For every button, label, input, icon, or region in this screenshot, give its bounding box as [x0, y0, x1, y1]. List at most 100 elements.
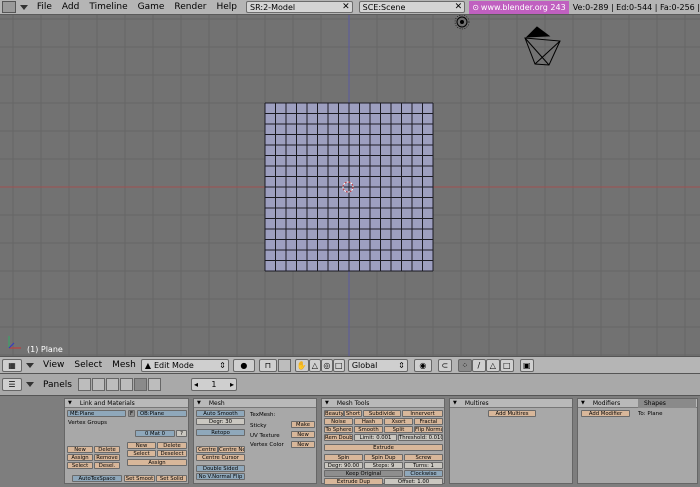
limit-field[interactable]: Limit: 0.001	[354, 434, 397, 441]
vertex-color-new-button[interactable]: New	[291, 441, 315, 448]
mode-selector[interactable]: ▲ Edit Mode ⇕	[140, 358, 229, 372]
edge-select-icon[interactable]: /	[471, 358, 486, 372]
collapse-header-icon[interactable]	[26, 362, 34, 368]
vgroup-remove-button[interactable]: Remove	[94, 454, 120, 461]
menu-render[interactable]: Render	[174, 2, 206, 12]
keep-original-toggle[interactable]: Keep Original	[324, 470, 403, 477]
fractal-button[interactable]: Fractal	[414, 418, 443, 425]
object-context-icon[interactable]	[119, 378, 133, 391]
panels-menu[interactable]: Panels	[43, 380, 72, 390]
camera-icon[interactable]	[524, 26, 561, 66]
vgroup-deselect-button[interactable]: Desel.	[94, 462, 120, 469]
material-assign-button[interactable]: Assign	[127, 459, 187, 466]
sticky-make-button[interactable]: Make	[291, 421, 315, 428]
vgroup-new-button[interactable]: New	[67, 446, 93, 453]
no-vnormal-flip-toggle[interactable]: No V.Normal Flip	[196, 473, 245, 480]
auto-smooth-toggle[interactable]: Auto Smooth	[196, 410, 245, 417]
short-toggle[interactable]: Short	[344, 410, 362, 417]
spin-button[interactable]: Spin	[324, 454, 363, 461]
set-solid-button[interactable]: Set Solid	[156, 475, 187, 482]
uv-texture-new-button[interactable]: New	[291, 431, 315, 438]
material-new-button[interactable]: New	[127, 442, 156, 449]
add-multires-button[interactable]: Add Multires	[488, 410, 536, 417]
pivot-point-icon[interactable]: ⊓	[258, 358, 277, 372]
frame-prev-icon[interactable]: ◂	[194, 380, 198, 389]
split-button[interactable]: Split	[384, 426, 413, 433]
material-delete-button[interactable]: Delete	[157, 442, 187, 449]
innervert-button[interactable]: Innervert	[402, 410, 443, 417]
screw-button[interactable]: Screw	[404, 454, 443, 461]
menu-mesh[interactable]: Mesh	[112, 360, 136, 370]
flip-normal-button[interactable]: Flip Normal	[414, 426, 443, 433]
clockwise-toggle[interactable]: Clockwise	[404, 470, 443, 477]
collapse-menu-icon[interactable]	[19, 4, 28, 10]
mesh-panel-title[interactable]: Mesh	[194, 399, 316, 408]
offset-field[interactable]: Offset: 1.00	[384, 478, 443, 485]
menu-game[interactable]: Game	[138, 2, 165, 12]
screen-selector[interactable]: SR:2-Model ✕	[246, 1, 353, 13]
script-context-icon[interactable]	[91, 378, 105, 391]
collapse-buttons-header-icon[interactable]	[26, 382, 34, 387]
viewport-canvas[interactable]	[0, 15, 700, 356]
blender-url-badge[interactable]: ⊙ www.blender.org 243	[469, 0, 569, 14]
editor-type-icon[interactable]: ▦	[2, 358, 22, 372]
orientation-selector[interactable]: Global ⇕	[347, 358, 408, 372]
close-screen-icon[interactable]: ✕	[342, 2, 350, 12]
retopo-toggle[interactable]: Retopo	[196, 429, 245, 436]
layer-toggle-icon[interactable]	[277, 358, 291, 372]
extrude-dup-button[interactable]: Extrude Dup	[324, 478, 383, 485]
centre-button[interactable]: Centre	[196, 446, 218, 453]
translate-manipulator-icon[interactable]: △	[308, 358, 321, 372]
link-materials-title[interactable]: Link and Materials	[65, 399, 188, 408]
turns-field[interactable]: Turns: 1	[404, 462, 443, 469]
extrude-button[interactable]: Extrude	[324, 444, 443, 451]
spin-dup-button[interactable]: Spin Dup	[364, 454, 403, 461]
3d-viewport[interactable]: (1) Plane	[0, 15, 700, 356]
menu-view[interactable]: View	[43, 360, 64, 370]
mesh-tools-title[interactable]: Mesh Tools	[322, 399, 444, 408]
menu-add[interactable]: Add	[62, 2, 79, 12]
occlude-background-icon[interactable]: □	[499, 358, 514, 372]
editing-context-icon[interactable]	[133, 378, 147, 391]
rotate-manipulator-icon[interactable]: ◎	[320, 358, 333, 372]
auto-smooth-degree-field[interactable]: Degr: 30	[196, 418, 245, 425]
hand-manipulator-icon[interactable]: ✋	[294, 358, 309, 372]
tab-modifiers[interactable]: Modifiers	[593, 400, 620, 407]
mesh-name-field[interactable]: ME:Plane	[67, 410, 126, 417]
set-smooth-button[interactable]: Set Smoot	[124, 475, 155, 482]
render-preview-icon[interactable]: ▣	[519, 358, 534, 372]
material-select-button[interactable]: Select	[127, 450, 156, 457]
shading-context-icon[interactable]	[105, 378, 119, 391]
xsort-button[interactable]: Xsort	[384, 418, 413, 425]
autotexspace-toggle[interactable]: AutoTexSpace	[72, 475, 122, 482]
centre-cursor-button[interactable]: Centre Cursor	[196, 454, 245, 461]
material-help-button[interactable]: ?	[176, 430, 187, 437]
face-select-icon[interactable]: △	[485, 358, 500, 372]
snap-icon[interactable]: ⊂	[437, 358, 452, 372]
material-index-field[interactable]: 0 Mat 0	[135, 430, 175, 437]
logic-context-icon[interactable]	[77, 378, 91, 391]
buttons-editor-type-icon[interactable]: ☰	[2, 378, 22, 391]
scale-manipulator-icon[interactable]: □	[332, 358, 345, 372]
steps-field[interactable]: Steps: 9	[364, 462, 403, 469]
spin-degree-field[interactable]: Degr: 90.00	[324, 462, 363, 469]
close-scene-icon[interactable]: ✕	[455, 2, 463, 12]
proportional-edit-icon[interactable]: ◉	[413, 358, 432, 372]
fake-user-button[interactable]: F	[128, 410, 135, 417]
menu-timeline[interactable]: Timeline	[89, 2, 127, 12]
smooth-button[interactable]: Smooth	[354, 426, 383, 433]
double-sided-toggle[interactable]: Double Sided	[196, 465, 245, 472]
threshold-field[interactable]: Threshold: 0.010	[398, 434, 443, 441]
material-deselect-button[interactable]: Deselect	[157, 450, 187, 457]
vertex-select-icon[interactable]: ⁘	[457, 358, 472, 372]
tab-shapes[interactable]: Shapes	[638, 399, 696, 408]
to-sphere-button[interactable]: To Sphere	[324, 426, 353, 433]
subdivide-button[interactable]: Subdivide	[363, 410, 401, 417]
noise-button[interactable]: Noise	[324, 418, 353, 425]
menu-file[interactable]: File	[37, 2, 52, 12]
object-name-field[interactable]: OB:Plane	[137, 410, 187, 417]
plane-mesh[interactable]	[264, 102, 434, 272]
draw-type-selector[interactable]: ●	[232, 358, 255, 372]
add-modifier-button[interactable]: Add Modifier	[581, 410, 630, 417]
menu-select[interactable]: Select	[74, 360, 102, 370]
